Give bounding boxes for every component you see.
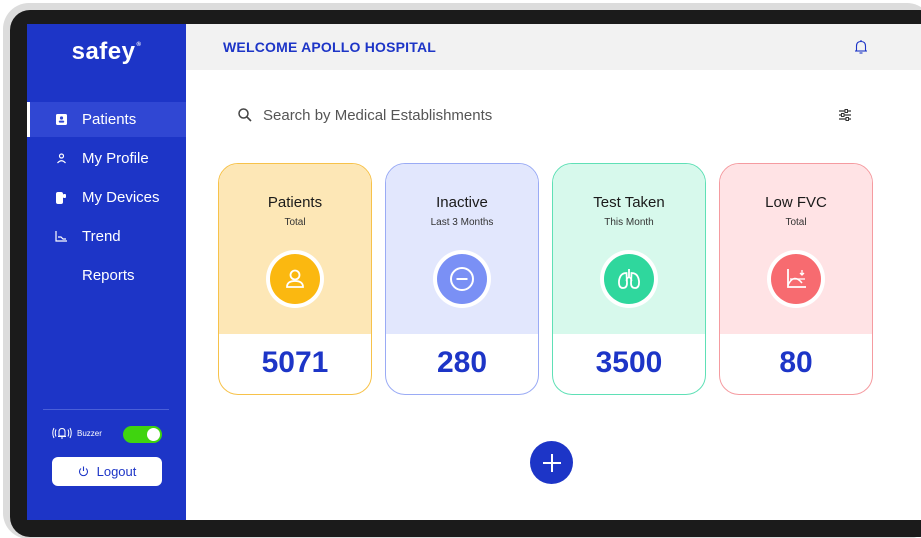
card-icon-ring <box>433 250 491 308</box>
top-header: WELCOME APOLLO HOSPITAL <box>186 24 921 70</box>
page-title: WELCOME APOLLO HOSPITAL <box>223 39 437 55</box>
brand-logo: safey® <box>27 38 186 66</box>
person-icon <box>54 152 68 166</box>
sidebar-item-label: Reports <box>82 267 135 284</box>
sidebar-item-reports[interactable]: Reports <box>27 258 186 293</box>
card-header: Inactive Last 3 Months <box>386 164 538 334</box>
sidebar-item-label: Trend <box>82 228 121 245</box>
card-icon-ring <box>600 250 658 308</box>
sidebar-item-label: My Profile <box>82 150 149 167</box>
device-icon <box>54 191 68 205</box>
chart-icon <box>54 230 68 244</box>
card-subtitle: Last 3 Months <box>430 217 494 228</box>
card-subtitle: Total <box>785 217 807 228</box>
logout-label: Logout <box>96 464 137 479</box>
card-subtitle: This Month <box>604 217 654 228</box>
card-value: 3500 <box>595 346 663 379</box>
card-value: 5071 <box>261 346 329 379</box>
card-value: 80 <box>779 346 813 379</box>
sidebar-item-patients[interactable]: Patients <box>27 102 186 137</box>
stat-card-inactive[interactable]: Inactive Last 3 Months 280 <box>385 163 539 395</box>
add-button[interactable] <box>530 441 573 484</box>
stat-card-test-taken[interactable]: Test Taken This Month 3500 <box>552 163 706 395</box>
graph-down-icon <box>771 254 821 304</box>
sidebar-item-my-devices[interactable]: My Devices <box>27 180 186 215</box>
sidebar: safey® Patients My Profile My Devices Tr <box>27 24 186 520</box>
minus-circle-icon <box>437 254 487 304</box>
card-header: Test Taken This Month <box>553 164 705 334</box>
app-screen: safey® Patients My Profile My Devices Tr <box>27 24 921 520</box>
patient-card-icon <box>54 113 68 127</box>
sidebar-item-label: Patients <box>82 111 137 128</box>
logo-text: safey <box>71 38 136 65</box>
card-subtitle: Total <box>284 217 306 228</box>
bell-ringing-icon <box>51 426 73 440</box>
stat-card-patients[interactable]: Patients Total 5071 <box>218 163 372 395</box>
plus-icon <box>541 452 563 474</box>
buzzer-label: Buzzer <box>77 428 102 438</box>
bell-icon[interactable] <box>852 38 870 56</box>
sidebar-item-label: My Devices <box>82 189 160 206</box>
registered-mark: ® <box>136 42 142 48</box>
card-title: Patients <box>267 194 323 211</box>
search-icon <box>237 107 253 123</box>
card-title: Test Taken <box>593 194 665 211</box>
buzzer-toggle[interactable] <box>123 426 162 443</box>
card-icon-ring <box>266 250 324 308</box>
person-icon <box>270 254 320 304</box>
card-header: Low FVC Total <box>720 164 872 334</box>
logout-button[interactable]: Logout <box>52 457 162 486</box>
card-header: Patients Total <box>219 164 371 334</box>
toggle-knob <box>147 428 160 441</box>
search-input[interactable] <box>263 104 683 126</box>
card-value: 280 <box>436 346 488 379</box>
power-icon <box>78 466 89 477</box>
reports-icon-placeholder <box>54 269 68 283</box>
card-icon-ring <box>767 250 825 308</box>
card-title: Inactive <box>436 194 488 211</box>
sidebar-divider <box>43 409 169 410</box>
filter-sliders-icon[interactable] <box>837 107 853 123</box>
buzzer-control: Buzzer <box>51 426 102 440</box>
stat-card-low-fvc[interactable]: Low FVC Total 80 <box>719 163 873 395</box>
lungs-icon <box>604 254 654 304</box>
sidebar-item-my-profile[interactable]: My Profile <box>27 141 186 176</box>
sidebar-item-trend[interactable]: Trend <box>27 219 186 254</box>
card-title: Low FVC <box>765 194 827 211</box>
